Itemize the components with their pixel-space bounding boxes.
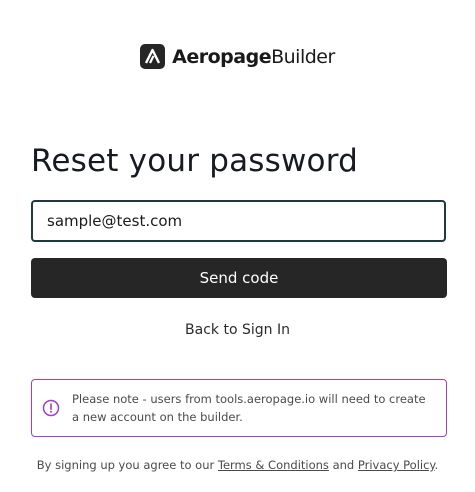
legal-suffix: .	[434, 458, 439, 472]
back-to-sign-in-link[interactable]: Back to Sign In	[0, 322, 475, 338]
notice-text: Please note - users from tools.aeropage.…	[72, 392, 426, 424]
send-code-button[interactable]: Send code	[31, 258, 447, 298]
aeropage-logo-icon	[140, 44, 166, 69]
brand-wordmark: AeropageBuilder	[172, 46, 335, 68]
legal-conjunction: and	[332, 458, 355, 472]
page-title: Reset your password	[31, 143, 358, 179]
privacy-policy-link[interactable]: Privacy Policy	[358, 458, 435, 472]
terms-link[interactable]: Terms & Conditions	[218, 458, 329, 472]
brand-logo: AeropageBuilder	[0, 44, 475, 69]
brand-suffix: Builder	[271, 45, 335, 68]
legal-text: By signing up you agree to our Terms & C…	[0, 458, 475, 472]
email-field[interactable]	[31, 200, 446, 242]
info-circle-icon	[42, 399, 60, 417]
brand-name: Aeropage	[172, 45, 272, 68]
legal-prefix: By signing up you agree to our	[36, 458, 215, 472]
notice-box: Please note - users from tools.aeropage.…	[31, 379, 447, 437]
